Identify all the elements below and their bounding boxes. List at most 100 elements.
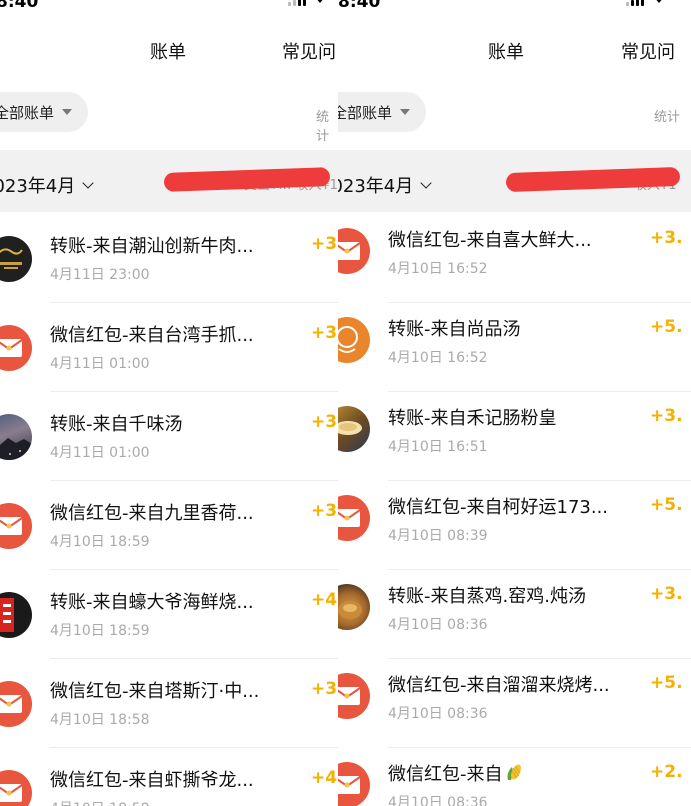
- bill-amount: +3.: [650, 228, 683, 248]
- bill-amount: +3.: [311, 679, 338, 699]
- bill-time: 4月10日 18:58: [50, 712, 150, 728]
- month-bar: 2023年4月 支出¥… 收入¥1: [0, 150, 338, 212]
- page-title: 账单: [488, 42, 524, 63]
- page-title: 账单: [150, 42, 186, 63]
- bill-list: 转账-来自潮汕创新牛肉... 4月11日 23:00 +3. 微信红包-来自台湾…: [0, 214, 338, 806]
- red-packet-icon: [0, 325, 32, 371]
- bill-time: 4月10日 16:52: [388, 261, 488, 277]
- bill-amount: +5.: [650, 673, 683, 693]
- month-bar: 2023年4月 收入¥1: [338, 150, 691, 212]
- bill-title: 微信红包-来自塔斯汀·中...: [50, 681, 260, 702]
- bill-title: 转账-来自禾记肠粉皇: [388, 408, 557, 429]
- bill-title: 微信红包-来自喜大鲜大...: [388, 230, 592, 251]
- chicken-dish-photo-icon: [338, 584, 370, 630]
- bill-amount: +3.: [311, 323, 338, 343]
- bill-time: 4月11日 01:00: [50, 445, 150, 461]
- bill-row[interactable]: 微信红包-来自九里香荷... 4月10日 18:59 +3.: [0, 481, 338, 570]
- bill-amount: +3.: [311, 412, 338, 432]
- status-bar: 8:40: [0, 0, 338, 16]
- bill-time: 4月10日 08:39: [388, 528, 488, 544]
- chevron-down-icon: [82, 176, 94, 189]
- bill-amount: +4.: [311, 590, 338, 610]
- bill-title: 微信红包-来自虾撕爷龙...: [50, 770, 254, 791]
- stats-link[interactable]: 统计: [316, 106, 338, 144]
- bill-screenshots: 8:40 账单 常见问 全部账单 统计 2023年4月 支出¥…: [0, 0, 691, 806]
- bill-row[interactable]: 微信红包-来自柯好运173... 4月10日 08:39 +5.: [338, 481, 691, 570]
- bill-row[interactable]: 转账-来自禾记肠粉皇 4月10日 16:51 +3.: [338, 392, 691, 481]
- red-packet-icon: [0, 503, 32, 549]
- bill-screen-left: 8:40 账单 常见问 全部账单 统计 2023年4月 支出¥…: [0, 0, 338, 806]
- bill-time: 4月10日 08:36: [388, 795, 488, 806]
- bill-title: 转账-来自蠔大爷海鲜烧...: [50, 592, 254, 613]
- signal-icon: [626, 0, 644, 6]
- bill-amount: +3.: [650, 406, 683, 426]
- month-selector[interactable]: 2023年4月: [338, 172, 432, 198]
- all-bills-filter[interactable]: 全部账单: [338, 92, 427, 132]
- seafood-logo-icon: [0, 592, 32, 638]
- bill-row[interactable]: 微信红包-来自喜大鲜大... 4月10日 16:52 +3.: [338, 214, 691, 303]
- bill-title: 转账-来自蒸鸡.窑鸡.炖汤: [388, 586, 586, 607]
- bill-row[interactable]: 微信红包-来自 4月10日 08:36 +2.: [338, 748, 691, 806]
- red-packet-icon: [338, 228, 370, 274]
- filter-bar: 全部账单 统计: [338, 88, 691, 138]
- rice-noodle-photo-icon: [338, 406, 370, 452]
- red-packet-icon: [338, 673, 370, 719]
- red-packet-icon: [0, 681, 32, 727]
- faq-link[interactable]: 常见问: [282, 38, 336, 64]
- status-time: 8:40: [0, 0, 39, 12]
- bill-row[interactable]: 转账-来自潮汕创新牛肉... 4月11日 23:00 +3.: [0, 214, 338, 303]
- month-label: 2023年4月: [0, 176, 76, 197]
- chevron-down-icon: [420, 176, 432, 189]
- wifi-icon: [656, 0, 662, 3]
- bill-row[interactable]: 微信红包-来自虾撕爷龙... 4月10日 18:58 +4.: [0, 748, 338, 806]
- bill-amount: +3.: [311, 234, 338, 254]
- bill-time: 4月10日 18:58: [50, 798, 150, 806]
- caret-down-icon: [400, 109, 411, 115]
- all-bills-filter[interactable]: 全部账单: [0, 92, 89, 132]
- bill-title: 微信红包-来自: [388, 764, 503, 785]
- bill-amount: +2.: [650, 762, 683, 782]
- bill-row[interactable]: 转账-来自蒸鸡.窑鸡.炖汤 4月10日 08:36 +3.: [338, 570, 691, 659]
- filter-label: 全部账单: [338, 103, 393, 122]
- stats-link[interactable]: 统计: [654, 106, 680, 125]
- bill-title-wrap: 微信红包-来自: [388, 760, 523, 786]
- bill-amount: +4.: [311, 768, 338, 788]
- month-label: 2023年4月: [338, 176, 414, 197]
- bill-time: 4月10日 18:59: [50, 534, 150, 550]
- bill-title: 转账-来自潮汕创新牛肉...: [50, 236, 254, 257]
- bill-title: 微信红包-来自柯好运173...: [388, 497, 609, 518]
- caret-down-icon: [62, 109, 73, 115]
- bill-amount: +5.: [650, 495, 683, 515]
- bill-time: 4月10日 16:52: [388, 350, 488, 366]
- wifi-icon: [317, 0, 323, 3]
- bill-amount: +3.: [311, 501, 338, 521]
- faq-link[interactable]: 常见问: [621, 38, 675, 64]
- city-night-photo-icon: [0, 414, 32, 460]
- bill-title: 转账-来自千味汤: [50, 414, 183, 435]
- restaurant-logo-icon: [0, 236, 32, 282]
- bill-row[interactable]: 微信红包-来自溜溜来烧烤... 4月10日 08:36 +5.: [338, 659, 691, 748]
- red-packet-icon: [338, 495, 370, 541]
- bill-screen-right: 8:40 账单 常见问 全部账单 统计 2023年4月 收入¥1: [338, 0, 691, 806]
- bill-time: 4月10日 18:59: [50, 623, 150, 639]
- corn-icon: [507, 764, 521, 780]
- bill-title: 微信红包-来自台湾手抓...: [50, 325, 254, 346]
- bill-row[interactable]: 微信红包-来自塔斯汀·中... 4月10日 18:58 +3.: [0, 659, 338, 748]
- bill-row[interactable]: 微信红包-来自台湾手抓... 4月11日 01:00 +3.: [0, 303, 338, 392]
- soup-shop-logo-icon: [338, 317, 370, 363]
- status-bar: 8:40: [338, 0, 691, 16]
- nav-bar: 账单 常见问: [0, 28, 338, 76]
- bill-time: 4月11日 01:00: [50, 356, 150, 372]
- bill-row[interactable]: 转账-来自尚品汤 4月10日 16:52 +5.: [338, 303, 691, 392]
- filter-label: 全部账单: [0, 103, 55, 122]
- red-packet-icon: [338, 762, 370, 806]
- bill-time: 4月11日 23:00: [50, 267, 150, 283]
- bill-time: 4月10日 16:51: [388, 439, 488, 455]
- month-selector[interactable]: 2023年4月: [0, 172, 94, 198]
- bill-amount: +3.: [650, 584, 683, 604]
- signal-icon: [288, 0, 306, 6]
- bill-row[interactable]: 转账-来自千味汤 4月11日 01:00 +3.: [0, 392, 338, 481]
- bill-row[interactable]: 转账-来自蠔大爷海鲜烧... 4月10日 18:59 +4.: [0, 570, 338, 659]
- filter-bar: 全部账单 统计: [0, 88, 338, 144]
- bill-title: 微信红包-来自溜溜来烧烤...: [388, 675, 610, 696]
